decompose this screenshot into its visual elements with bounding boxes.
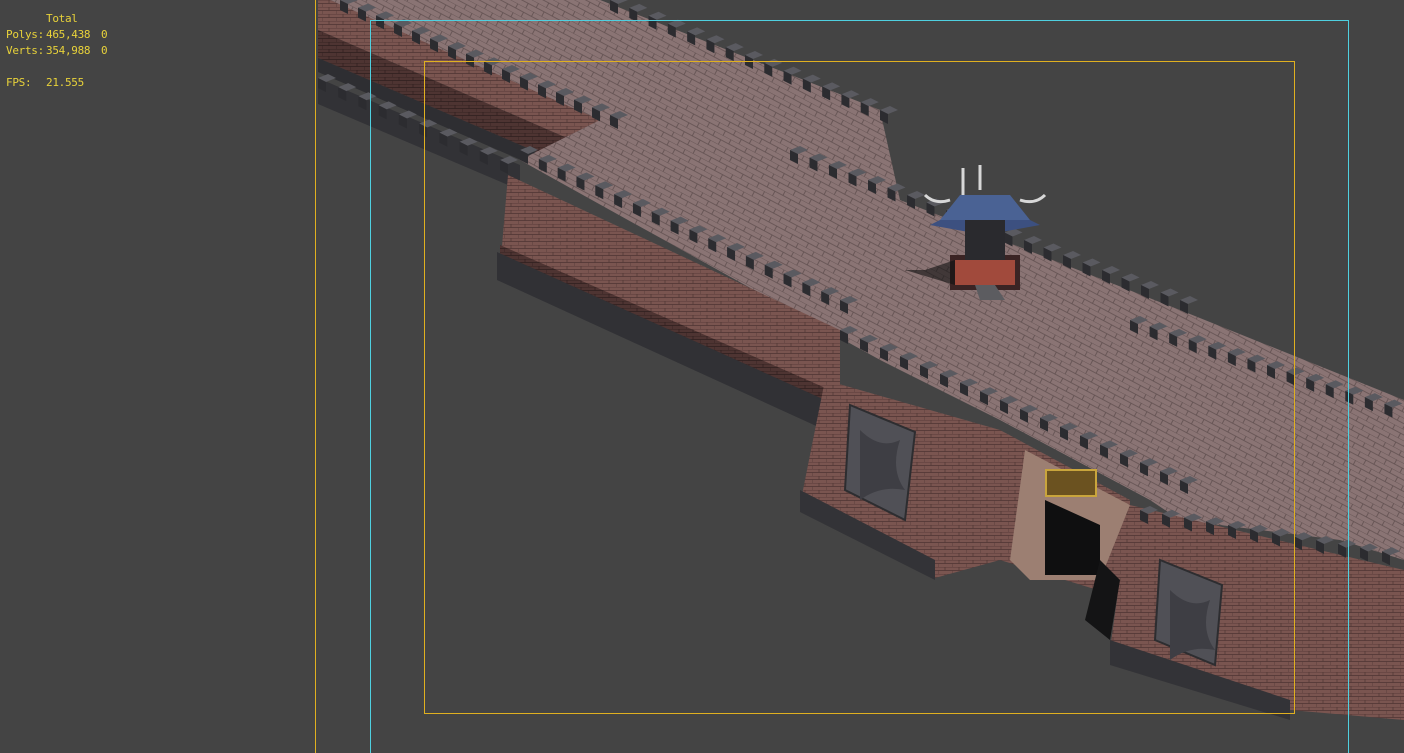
stats-spacer [6,59,107,75]
stats-header: Total [46,12,78,25]
verts-selected: 0 [101,44,108,57]
polys-total: 465,438 [46,28,91,41]
verts-label: Verts: [6,44,44,57]
polys-selected: 0 [101,28,108,41]
viewport-statistics: Total Polys: 465,438 0 Verts: 354,988 0 FPS:… [6,11,108,91]
stats-polys-row: Polys: 465,438 0 [6,27,108,43]
polys-label: Polys: [6,28,44,41]
fps-label: FPS: [6,76,32,89]
perspective-viewport[interactable]: Total Polys: 465,438 0 Verts: 354,988 0 FPS:… [0,0,1404,753]
stats-fps-row: FPS: 21.555 [6,75,107,91]
fps-value: 21.555 [46,76,84,89]
scene-render [315,0,1404,753]
verts-total: 354,988 [46,44,91,57]
stats-verts-row: Verts: 354,988 0 [6,43,108,59]
